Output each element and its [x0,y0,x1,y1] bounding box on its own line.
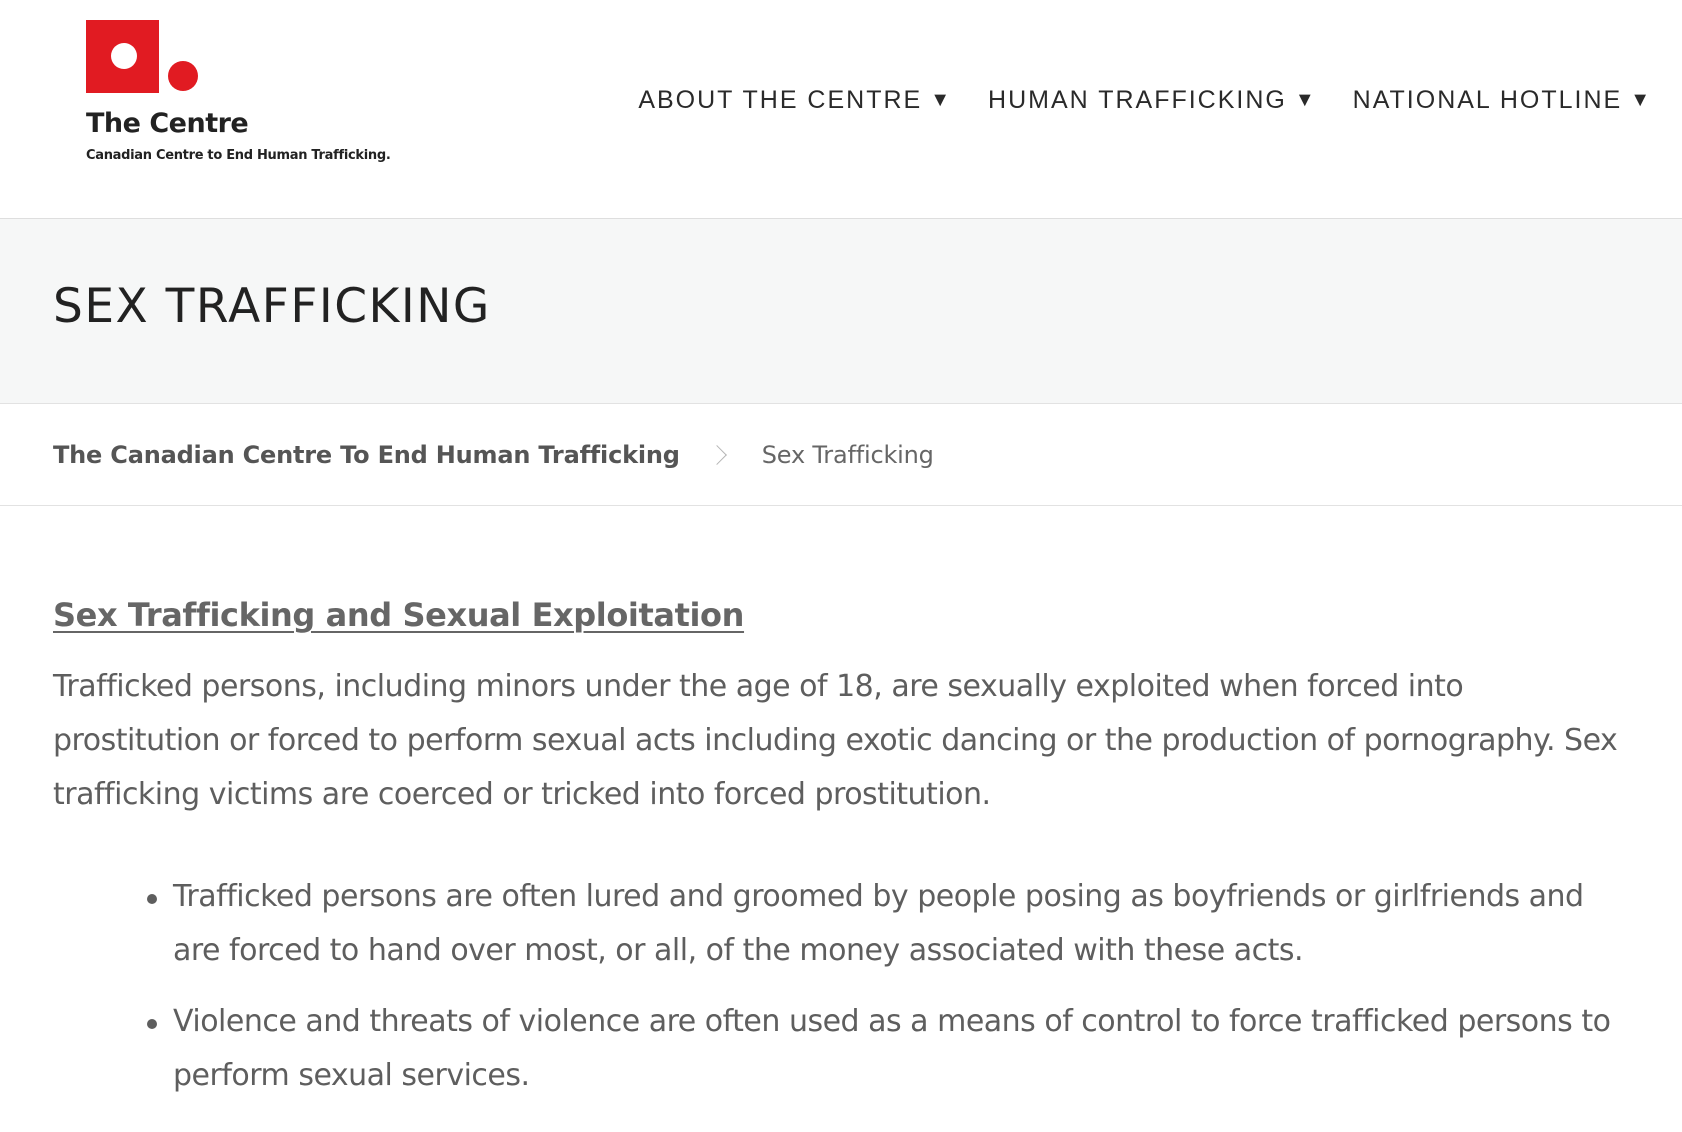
page-title: SEX TRAFFICKING [53,279,491,334]
section-heading: Sex Trafficking and Sexual Exploitation [53,596,745,634]
logo-mark-hole [111,43,137,69]
breadcrumb: The Canadian Centre To End Human Traffic… [0,404,1682,506]
list-item: Trafficked persons are often lured and g… [147,870,1629,978]
nav-national-hotline[interactable]: NATIONAL HOTLINE ▼ [1353,86,1650,115]
list-item-text: Trafficked persons are often lured and g… [173,879,1584,968]
site-header: The Centre Canadian Centre to End Human … [0,0,1682,219]
nav-label: ABOUT THE CENTRE [638,86,923,114]
logo-square-mark [86,20,159,93]
logo-name: The Centre [86,108,249,139]
logo-subtitle: Canadian Centre to End Human Trafficking… [86,148,391,163]
nav-label: NATIONAL HOTLINE [1352,86,1623,114]
list-item: Violence and threats of violence are oft… [147,995,1629,1103]
caret-down-icon: ▼ [930,89,951,111]
bullet-icon [147,894,157,904]
page-title-band: SEX TRAFFICKING [0,219,1682,404]
bullet-icon [147,1019,157,1029]
nav-human-trafficking[interactable]: HUMAN TRAFFICKING ▼ [988,86,1315,115]
logo-dot-mark [168,61,198,91]
caret-down-icon: ▼ [1630,89,1650,111]
nav-label: HUMAN TRAFFICKING [988,86,1287,114]
nav-about-the-centre[interactable]: ABOUT THE CENTRE ▼ [638,86,950,115]
breadcrumb-current: Sex Trafficking [761,440,934,469]
main-content: Sex Trafficking and Sexual Exploitation … [0,506,1682,1103]
site-logo[interactable]: The Centre Canadian Centre to End Human … [86,20,391,185]
caret-down-icon: ▼ [1294,89,1315,111]
main-nav: ABOUT THE CENTRE ▼ HUMAN TRAFFICKING ▼ N… [638,86,1650,115]
chevron-right-icon [706,444,727,465]
intro-paragraph: Trafficked persons, including minors und… [53,669,1618,812]
bullet-list: Trafficked persons are often lured and g… [53,870,1629,1103]
breadcrumb-home-link[interactable]: The Canadian Centre To End Human Traffic… [53,441,680,469]
list-item-text: Violence and threats of violence are oft… [173,1004,1611,1093]
